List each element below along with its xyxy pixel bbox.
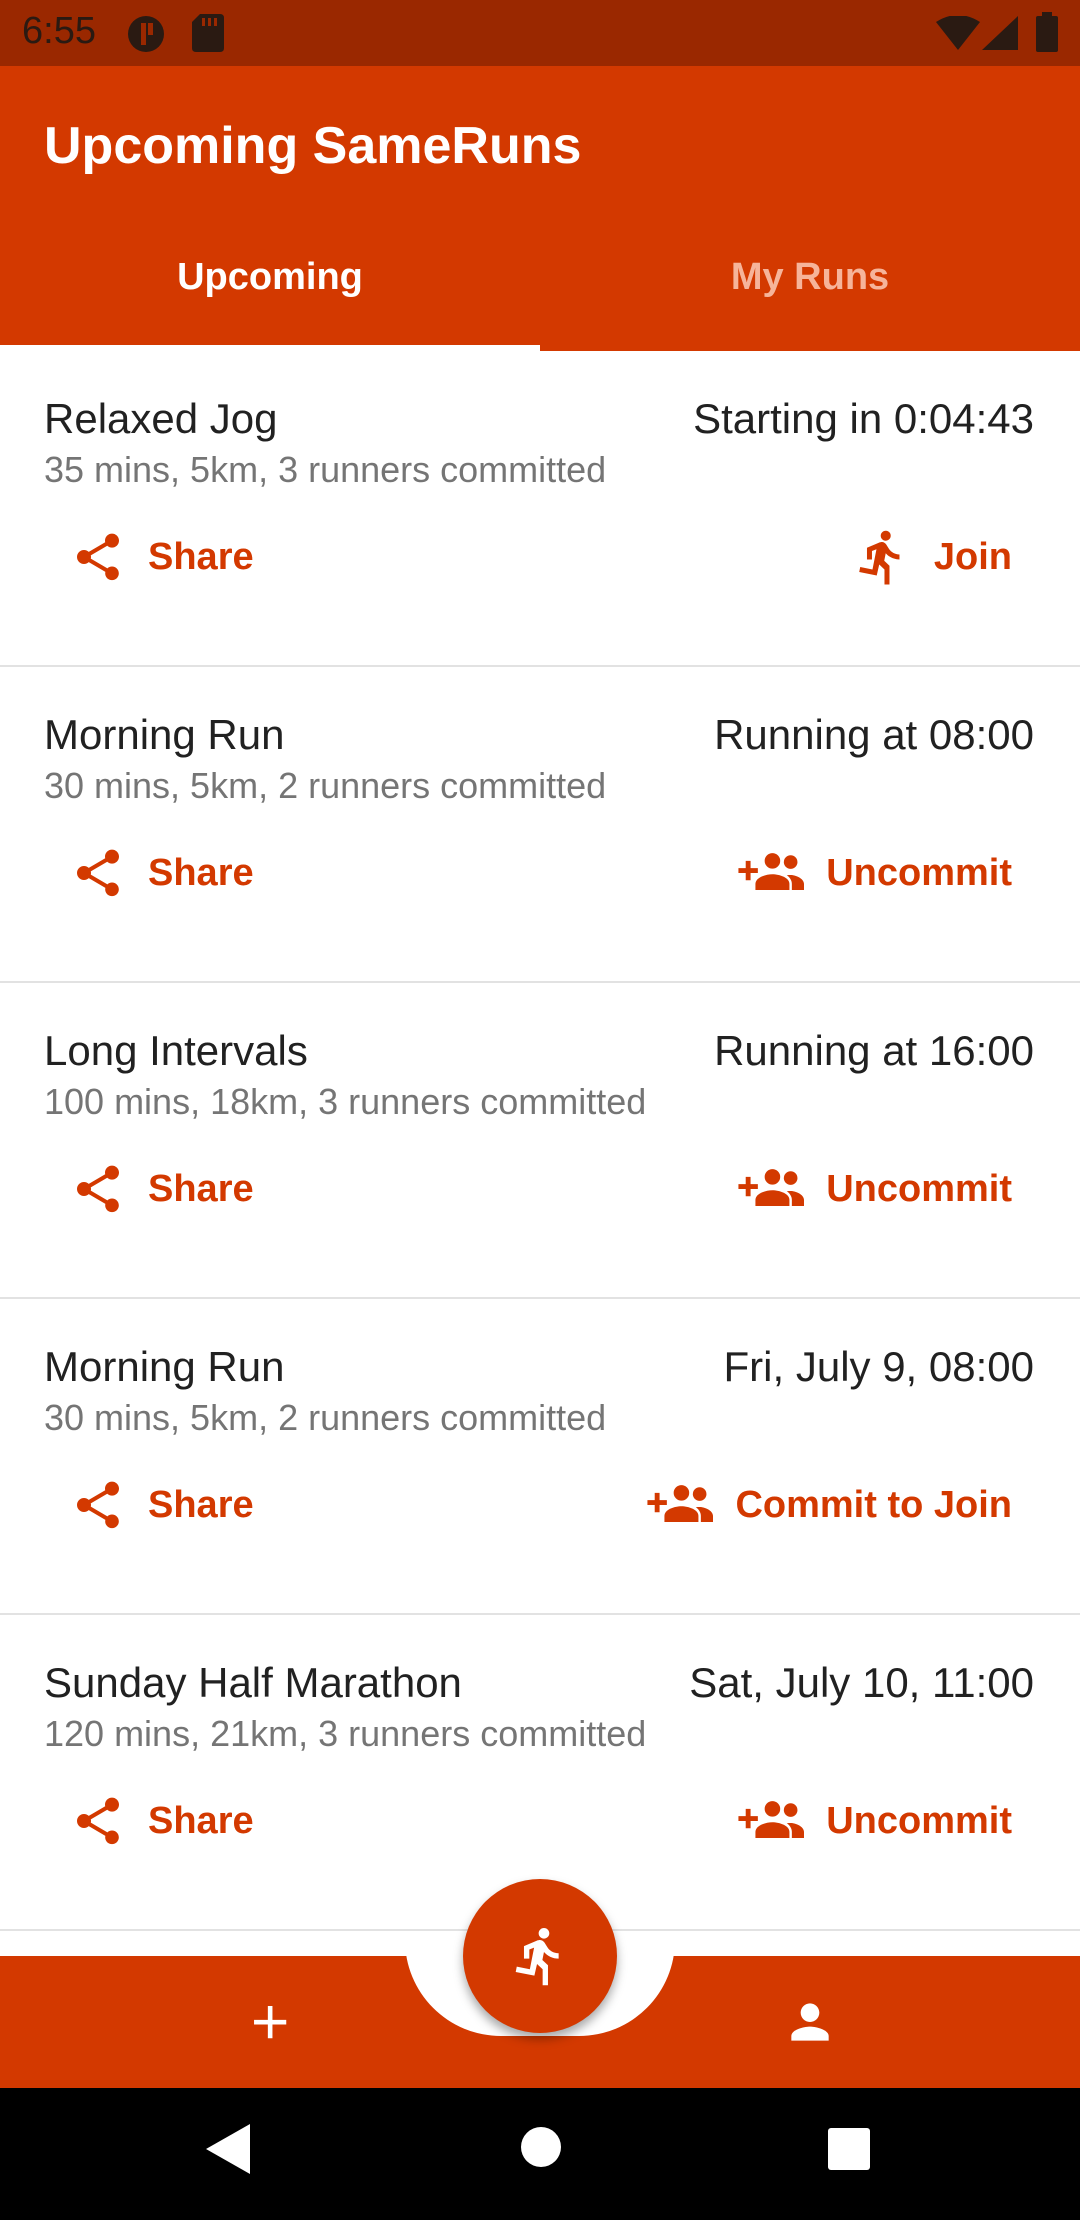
share-button[interactable]: Share [70,1785,254,1857]
add-icon [254,2006,287,2039]
uncommit-button[interactable]: Uncommit [736,1785,1012,1857]
uncommit-label: Uncommit [826,1799,1012,1842]
share-icon [77,533,119,581]
system-nav-bar [0,2088,1080,2220]
home-button[interactable] [520,2126,562,2173]
run-details: 120 mins, 21km, 3 runners committed [44,1713,647,1754]
uncommit-label: Uncommit [826,851,1012,894]
runs-list[interactable]: Relaxed Jog Starting in 0:04:43 35 mins,… [0,351,1080,1931]
tab-upcoming[interactable]: Upcoming [0,256,540,299]
share-label: Share [148,1483,254,1526]
commit-to-join-label: Commit to Join [735,1483,1012,1526]
run-time: Running at 16:00 [714,1027,1034,1074]
join-label: Join [933,535,1012,578]
sd-card-icon [192,14,224,57]
battery-icon [1036,12,1058,57]
uncommit-button[interactable]: Uncommit [736,837,1012,909]
share-icon [77,849,119,897]
share-label: Share [148,1167,254,1210]
group-add-icon [738,1169,805,1206]
run-time: Fri, July 9, 08:00 [723,1343,1034,1390]
run-icon [515,1927,559,1986]
share-label: Share [148,851,254,894]
run-title: Sunday Half Marathon [44,1659,462,1706]
run-title: Morning Run [44,711,285,758]
group-add-icon [738,853,805,890]
back-icon [206,2124,250,2174]
run-title: Relaxed Jog [44,395,278,442]
share-label: Share [148,1799,254,1842]
run-time: Starting in 0:04:43 [693,395,1034,442]
recents-icon [828,2128,870,2170]
run-card: Relaxed Jog Starting in 0:04:43 35 mins,… [0,351,1080,667]
join-button[interactable]: Join [852,521,1012,593]
run-icon [859,530,900,585]
share-icon [77,1165,119,1213]
status-time: 6:55 [22,10,96,52]
person-icon [791,2003,829,2041]
tab-my-runs[interactable]: My Runs [540,256,1080,299]
add-run-button[interactable] [238,1990,302,2054]
app-bar: Upcoming SameRuns Upcoming My Runs [0,66,1080,351]
profile-button[interactable] [778,1990,842,2054]
run-title: Morning Run [44,1343,285,1390]
signal-icon [982,16,1018,55]
notification-icon [126,14,166,59]
run-details: 100 mins, 18km, 3 runners committed [44,1081,647,1122]
uncommit-button[interactable]: Uncommit [736,1153,1012,1225]
run-time: Running at 08:00 [714,711,1034,758]
commit-to-join-button[interactable]: Commit to Join [645,1469,1012,1541]
run-time: Sat, July 10, 11:00 [689,1659,1034,1706]
back-button[interactable] [206,2124,250,2179]
share-button[interactable]: Share [70,1469,254,1541]
group-add-icon [738,1801,805,1838]
uncommit-label: Uncommit [826,1167,1012,1210]
home-icon [521,2127,561,2167]
group-add-icon [647,1485,714,1522]
wifi-icon [936,15,980,55]
run-card: Morning Run Fri, July 9, 08:00 30 mins, … [0,1299,1080,1615]
share-icon [77,1797,119,1845]
run-card: Long Intervals Running at 16:00 100 mins… [0,983,1080,1299]
run-card: Morning Run Running at 08:00 30 mins, 5k… [0,667,1080,983]
share-button[interactable]: Share [70,521,254,593]
run-details: 30 mins, 5km, 2 runners committed [44,765,607,806]
page-title: Upcoming SameRuns [44,117,582,175]
share-icon [77,1481,119,1529]
run-details: 35 mins, 5km, 3 runners committed [44,449,607,490]
share-button[interactable]: Share [70,1153,254,1225]
status-bar: 6:55 [0,0,1080,66]
run-details: 30 mins, 5km, 2 runners committed [44,1397,607,1438]
share-label: Share [148,535,254,578]
share-button[interactable]: Share [70,837,254,909]
run-title: Long Intervals [44,1027,308,1074]
fab-run-button[interactable] [463,1879,617,2033]
recents-button[interactable] [828,2128,870,2175]
